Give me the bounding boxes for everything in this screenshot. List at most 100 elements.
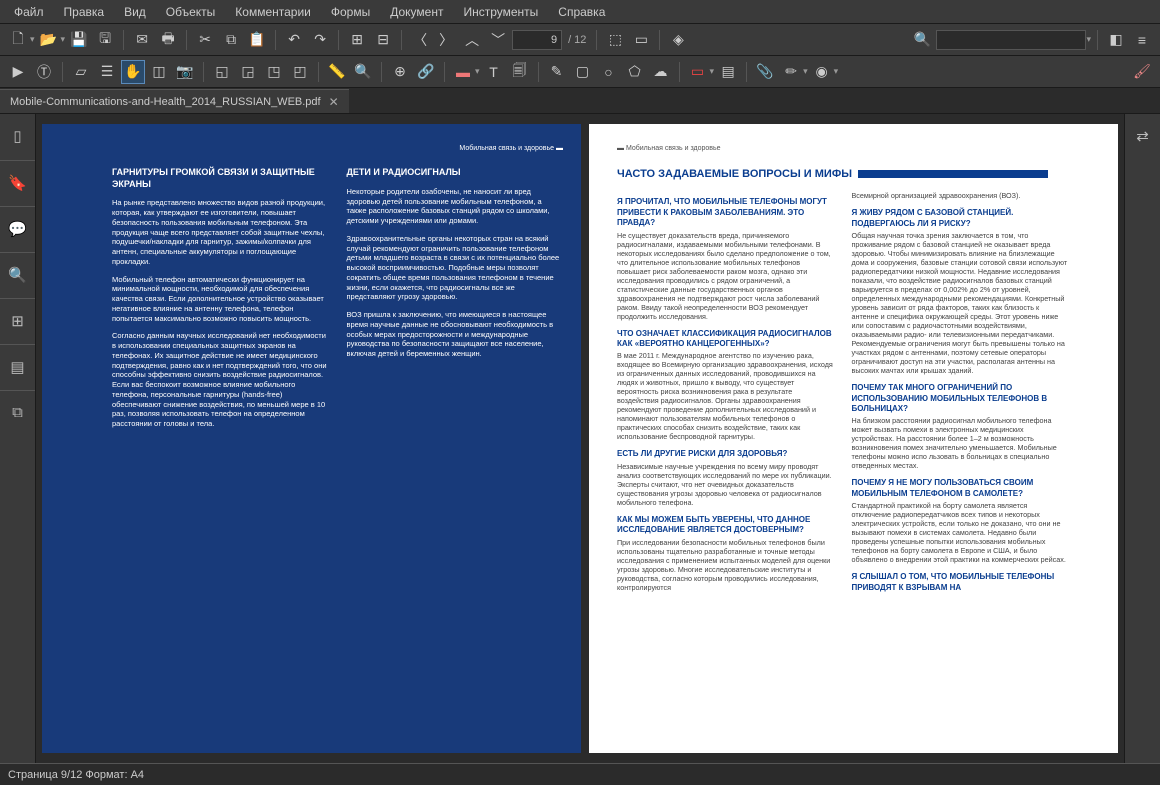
status-text: Страница 9/12 Формат: A4 [8, 769, 144, 781]
faq-a: На близком расстоянии радиосигнал мобиль… [852, 416, 1069, 470]
attachments-icon[interactable]: ⧉ [0, 390, 35, 428]
left-sidebar: ▯ 🔖 💬 🔍 ⊞ ▤ ⧉ [0, 114, 36, 763]
faq-title: ЧАСТО ЗАДАВАЕМЫЕ ВОПРОСЫ И МИФЫ [617, 167, 1068, 181]
align3-icon[interactable]: ◳ [262, 60, 286, 84]
paste-icon[interactable]: 📋 [245, 28, 269, 52]
edit2-icon[interactable]: ▤ [716, 60, 740, 84]
hand-icon[interactable]: ✋ [121, 60, 145, 84]
para: Мобильный телефон автоматически функцион… [112, 275, 329, 324]
pen-icon[interactable]: ✎ [545, 60, 569, 84]
faq-q: Я ПРОЧИТАЛ, ЧТО МОБИЛЬНЫЕ ТЕЛЕФОНЫ МОГУТ… [617, 197, 834, 228]
faq-a: Не существует доказательств вреда, причи… [617, 231, 834, 321]
stamp-icon[interactable]: ◉ [810, 60, 834, 84]
faq-q: Я ЖИВУ РЯДОМ С БАЗОВОЙ СТАНЦИЕЙ. ПОДВЕРГ… [852, 208, 1069, 229]
form-icon[interactable]: ☰ [95, 60, 119, 84]
align2-icon[interactable]: ◲ [236, 60, 260, 84]
para: Некоторые родители озабочены, не наносит… [347, 187, 564, 226]
cloud-icon[interactable]: ☁ [649, 60, 673, 84]
pointer-icon[interactable]: ▶ [6, 60, 30, 84]
select-icon[interactable]: ◫ [147, 60, 171, 84]
faq-q: ЕСТЬ ЛИ ДРУГИЕ РИСКИ ДЛЯ ЗДОРОВЬЯ? [617, 449, 834, 459]
page-down-icon[interactable]: ﹀ [486, 28, 510, 52]
search-panel-icon[interactable]: 🔍 [0, 252, 35, 290]
snapshot-icon[interactable]: 📷 [173, 60, 197, 84]
menu-file[interactable]: Файл [4, 5, 54, 19]
link-icon[interactable]: 🔗 [414, 60, 438, 84]
menu-tools[interactable]: Инструменты [453, 5, 548, 19]
ruler-icon[interactable]: 📏 [325, 60, 349, 84]
faq-a: Всемирной организацией здравоохранения (… [852, 191, 1069, 200]
fitwidth-icon[interactable]: ⬚ [603, 28, 627, 52]
search-icon[interactable]: 🔍 [910, 28, 934, 52]
textselect-icon[interactable]: Ⓣ [32, 60, 56, 84]
align4-icon[interactable]: ◰ [288, 60, 312, 84]
document-tab[interactable]: Mobile-Communications-and-Health_2014_RU… [0, 89, 349, 113]
close-icon[interactable]: ✕ [329, 95, 339, 109]
saveas-icon[interactable]: 🖫 [93, 28, 117, 52]
properties-icon[interactable]: ⇄ [1125, 120, 1160, 152]
highlight-icon[interactable]: ▬ [451, 60, 475, 84]
main-toolbar: 🗋▾ 📂▾ 💾 🖫 ✉ 🖶 ✂ ⧉ 📋 ↶ ↷ ⊞ ⊟ 〈 〉 ︿ ﹀ / 12… [0, 24, 1160, 56]
attach-icon[interactable]: 📎 [753, 60, 777, 84]
faq-q: Я СЛЫШАЛ О ТОМ, ЧТО МОБИЛЬНЫЕ ТЕЛЕФОНЫ П… [852, 572, 1069, 593]
statusbar: Страница 9/12 Формат: A4 [0, 763, 1160, 785]
settings-icon[interactable]: ≡ [1130, 28, 1154, 52]
menu-view[interactable]: Вид [114, 5, 156, 19]
main-area: ▯ 🔖 💬 🔍 ⊞ ▤ ⧉ Мобильная связь и здоровье… [0, 114, 1160, 763]
undo-icon[interactable]: ↶ [282, 28, 306, 52]
new-icon[interactable]: 🗋 [6, 28, 30, 52]
note-icon[interactable]: 🗐 [508, 60, 532, 84]
pages-panel-icon[interactable]: ▯ [0, 120, 35, 152]
prev-page-icon[interactable]: 〈 [408, 28, 432, 52]
marker-icon[interactable]: ✏ [779, 60, 803, 84]
redrect-icon[interactable]: ▭ [686, 60, 710, 84]
faq-a: При исследовании безопасности мобильных … [617, 538, 834, 592]
align1-icon[interactable]: ◱ [210, 60, 234, 84]
faq-a: Независимые научные учреждения по всему … [617, 462, 834, 507]
menu-edit[interactable]: Правка [54, 5, 115, 19]
search-input[interactable] [936, 30, 1086, 50]
page-header-left: Мобильная связь и здоровье ▬ [112, 144, 563, 153]
document-viewport[interactable]: Мобильная связь и здоровье ▬ ГАРНИТУРЫ Г… [36, 114, 1124, 763]
faq-q: КАК МЫ МОЖЕМ БЫТЬ УВЕРЕНЫ, ЧТО ДАННОЕ ИС… [617, 515, 834, 536]
poly-icon[interactable]: ⬠ [623, 60, 647, 84]
rect-icon[interactable]: ▢ [571, 60, 595, 84]
fitpage-icon[interactable]: ▭ [629, 28, 653, 52]
faq-q: ЧТО ОЗНАЧАЕТ КЛАССИФИКАЦИЯ РАДИОСИГНАЛОВ… [617, 329, 834, 350]
edit-icon[interactable]: ▱ [69, 60, 93, 84]
faq-a: Общая научная точка зрения заключается в… [852, 231, 1069, 375]
page-header-right: ▬ Мобильная связь и здоровье [617, 144, 1068, 153]
add-icon[interactable]: ⊕ [388, 60, 412, 84]
snap-icon[interactable]: ⊟ [371, 28, 395, 52]
print-icon[interactable]: 🖶 [156, 28, 180, 52]
para: Здравоохранительные органы некоторых стр… [347, 234, 564, 302]
zoom-icon[interactable]: 🔍 [351, 60, 375, 84]
menu-forms[interactable]: Формы [321, 5, 380, 19]
redo-icon[interactable]: ↷ [308, 28, 332, 52]
para: ВОЗ пришла к заключению, что имеющиеся в… [347, 310, 564, 359]
bookmarks-icon[interactable]: 🔖 [0, 160, 35, 198]
menu-comments[interactable]: Комментарии [225, 5, 321, 19]
page-number-input[interactable] [512, 30, 562, 50]
page-right: ▬ Мобильная связь и здоровье ЧАСТО ЗАДАВ… [589, 124, 1118, 753]
tool1-icon[interactable]: ◧ [1104, 28, 1128, 52]
text-tool-icon[interactable]: T [482, 60, 506, 84]
oval-icon[interactable]: ○ [597, 60, 621, 84]
next-page-icon[interactable]: 〉 [434, 28, 458, 52]
menu-help[interactable]: Справка [548, 5, 615, 19]
cut-icon[interactable]: ✂ [193, 28, 217, 52]
ocr-icon[interactable]: ◈ [666, 28, 690, 52]
menu-objects[interactable]: Объекты [156, 5, 226, 19]
menu-document[interactable]: Документ [380, 5, 453, 19]
comments-panel-icon[interactable]: 💬 [0, 206, 35, 244]
open-icon[interactable]: 📂 [37, 28, 61, 52]
heading-children: ДЕТИ И РАДИОСИГНАЛЫ [347, 167, 564, 179]
page-up-icon[interactable]: ︿ [460, 28, 484, 52]
thumbnails-icon[interactable]: ⊞ [0, 298, 35, 336]
mail-icon[interactable]: ✉ [130, 28, 154, 52]
paint-icon[interactable]: 🖌 [1130, 60, 1154, 84]
save-icon[interactable]: 💾 [67, 28, 91, 52]
grid-icon[interactable]: ⊞ [345, 28, 369, 52]
copy-icon[interactable]: ⧉ [219, 28, 243, 52]
layers-icon[interactable]: ▤ [0, 344, 35, 382]
